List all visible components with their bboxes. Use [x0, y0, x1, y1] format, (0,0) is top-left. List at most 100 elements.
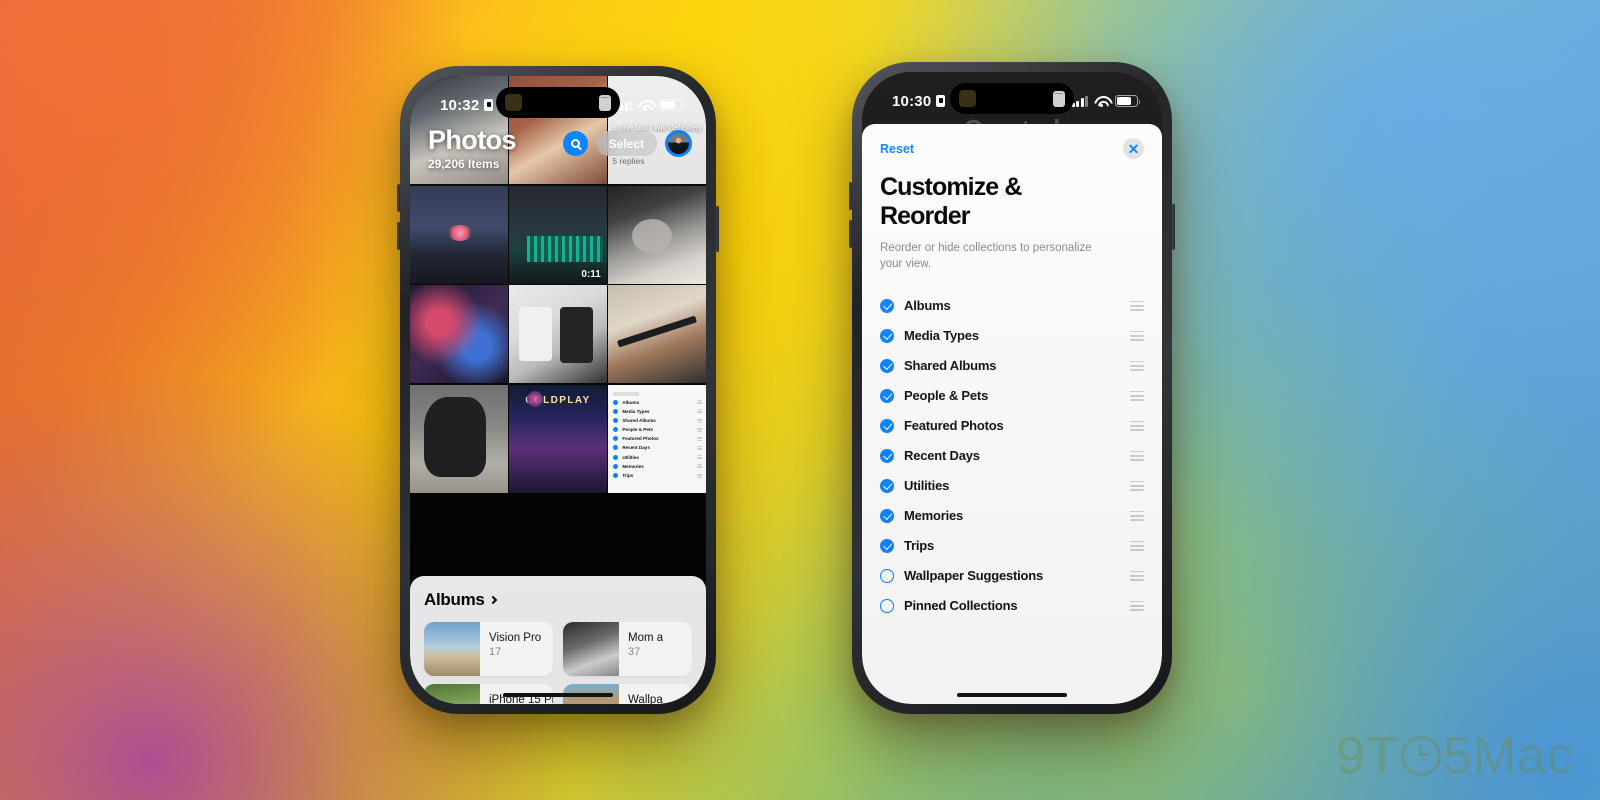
list-item[interactable]: Recent Days: [880, 441, 1144, 471]
photo-cell[interactable]: [410, 384, 508, 493]
list-item-label: Memories: [904, 508, 964, 524]
drag-handle-icon[interactable]: [1130, 360, 1144, 371]
album-card[interactable]: Mom a 37: [563, 622, 692, 676]
checkbox-icon[interactable]: [880, 478, 894, 493]
left-phone-screen: s one but I will definitely m 5 replies …: [410, 76, 706, 704]
page-title: Photos: [428, 125, 517, 155]
list-item-label: People & Pets: [904, 388, 989, 404]
album-count: 37: [628, 646, 641, 658]
volume-down-button[interactable]: [397, 222, 400, 250]
customize-sheet: Reset ✕ Customize & Reorder Reorder or h…: [862, 124, 1162, 704]
drag-handle-icon[interactable]: [1130, 450, 1144, 461]
dynamic-island[interactable]: [950, 83, 1074, 114]
island-battery-widget-icon: [599, 94, 611, 111]
album-thumbnail: [424, 622, 480, 676]
albums-section: Albums Vision Pro 17 Mom a 37 iPhone 15 …: [410, 576, 706, 704]
drag-handle-icon[interactable]: [1130, 330, 1144, 341]
island-activity-icon: [505, 94, 522, 111]
customize-reorder-app: Created Reset ✕ Customize & Reorder Reor…: [862, 72, 1162, 704]
list-item[interactable]: Shared Albums: [880, 351, 1144, 381]
photo-cell[interactable]: 0:11: [509, 185, 607, 284]
volume-up-button[interactable]: [397, 184, 400, 212]
volume-up-button[interactable]: [849, 182, 852, 210]
checkbox-icon[interactable]: [880, 508, 894, 523]
list-item[interactable]: Trips: [880, 531, 1144, 561]
watermark-text-after: 5Mac: [1442, 727, 1574, 785]
list-item[interactable]: Albums: [880, 291, 1144, 321]
list-item-label: Media Types: [904, 328, 979, 344]
list-item[interactable]: Memories: [880, 501, 1144, 531]
list-item[interactable]: Featured Photos: [880, 411, 1144, 441]
photo-cell-screenshot[interactable]: Albums Media Types Shared Albums People …: [608, 384, 706, 493]
drag-handle-icon[interactable]: [1130, 570, 1144, 581]
drag-handle-icon[interactable]: [1130, 420, 1144, 431]
home-indicator[interactable]: [503, 693, 613, 697]
list-item[interactable]: Wallpaper Suggestions: [880, 561, 1144, 591]
checkbox-icon[interactable]: [880, 358, 894, 373]
photo-cell[interactable]: [509, 285, 607, 383]
albums-grid: Vision Pro 17 Mom a 37 iPhone 15 P Wallp…: [424, 622, 692, 704]
drag-handle-icon[interactable]: [1130, 300, 1144, 311]
power-button[interactable]: [1172, 204, 1175, 250]
mini-row: People & Pets: [613, 427, 702, 433]
lock-portrait-icon: [484, 99, 494, 111]
drag-handle-icon[interactable]: [1130, 390, 1144, 401]
search-icon[interactable]: [562, 131, 588, 156]
mini-row: Shared Albums: [613, 417, 702, 423]
photo-cell-poster[interactable]: COLDPLAY: [509, 384, 607, 493]
list-item-label: Trips: [904, 538, 935, 554]
drag-handle-icon[interactable]: [1130, 540, 1144, 551]
albums-header[interactable]: Albums: [424, 590, 692, 610]
video-duration-badge: 0:11: [581, 268, 601, 280]
right-phone-screen: Created Reset ✕ Customize & Reorder Reor…: [862, 72, 1162, 704]
checkbox-icon[interactable]: [880, 298, 894, 313]
checkbox-icon[interactable]: [880, 418, 894, 433]
checkbox-icon[interactable]: [880, 538, 894, 553]
avatar[interactable]: [665, 130, 692, 157]
list-item-label: Pinned Collections: [904, 598, 1018, 614]
status-time: 10:32: [440, 96, 480, 114]
sheet-title: Customize & Reorder: [880, 173, 1022, 230]
power-button[interactable]: [716, 206, 719, 252]
drag-handle-icon[interactable]: [1130, 480, 1144, 491]
close-icon[interactable]: ✕: [1123, 138, 1144, 159]
photo-cell[interactable]: [410, 185, 508, 284]
battery-icon: [659, 99, 685, 111]
list-item[interactable]: Media Types: [880, 321, 1144, 351]
album-count: 17: [489, 646, 502, 658]
drag-handle-icon[interactable]: [1130, 510, 1144, 521]
reset-button[interactable]: Reset: [880, 142, 914, 156]
home-indicator[interactable]: [957, 693, 1067, 697]
checkbox-icon[interactable]: [880, 328, 894, 343]
checkbox-icon[interactable]: [880, 448, 894, 463]
status-time: 10:30: [892, 92, 932, 110]
photos-app: s one but I will definitely m 5 replies …: [410, 76, 706, 704]
checkbox-icon[interactable]: [880, 598, 894, 613]
drag-handle-icon[interactable]: [1130, 600, 1144, 611]
volume-down-button[interactable]: [849, 220, 852, 248]
chevron-right-icon: [488, 595, 497, 605]
list-item[interactable]: Pinned Collections: [880, 591, 1144, 621]
select-button[interactable]: Select: [595, 131, 657, 156]
mini-row: Trips: [613, 473, 702, 478]
mini-row: Recent Days: [613, 445, 702, 451]
poster-title: COLDPLAY: [525, 394, 591, 406]
dynamic-island[interactable]: [496, 87, 620, 118]
album-name: Mom a: [628, 632, 664, 644]
list-item[interactable]: People & Pets: [880, 381, 1144, 411]
mini-row: Utilities: [613, 454, 702, 460]
album-name: Vision Pro: [489, 632, 542, 644]
iphone-left-device: s one but I will definitely m 5 replies …: [397, 66, 719, 714]
album-card[interactable]: Vision Pro 17: [424, 622, 553, 676]
watermark-text-before: 9T: [1336, 727, 1399, 785]
photo-cell[interactable]: [608, 285, 706, 383]
battery-icon: [1115, 95, 1141, 107]
checkbox-icon[interactable]: [880, 388, 894, 403]
mini-row: Albums: [613, 399, 702, 405]
photo-cell[interactable]: [410, 285, 508, 383]
wifi-icon: [1094, 96, 1109, 107]
mini-row: Featured Photos: [613, 436, 702, 442]
checkbox-icon[interactable]: [880, 568, 894, 583]
list-item[interactable]: Utilities: [880, 471, 1144, 501]
photo-cell[interactable]: [608, 185, 706, 284]
